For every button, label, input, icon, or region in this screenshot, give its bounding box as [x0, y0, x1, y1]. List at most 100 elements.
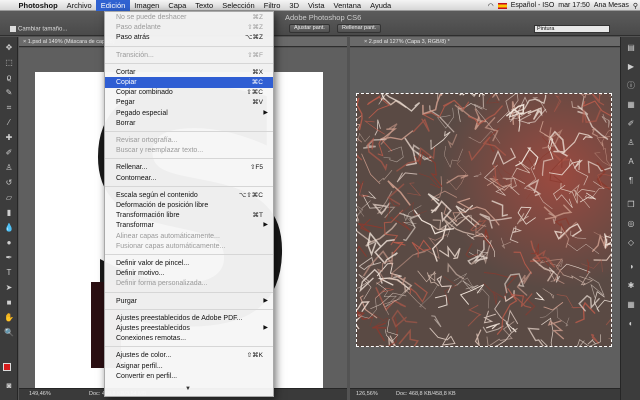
checkbox-icon[interactable]: [10, 26, 16, 32]
marquee-icon[interactable]: ⬚: [4, 58, 14, 68]
fit-screen-button[interactable]: Ajustar pant.: [289, 24, 330, 33]
menu-filtro[interactable]: Filtro: [259, 0, 285, 11]
color-panel-icon[interactable]: ◐: [626, 319, 636, 329]
menu-item-label: Contornear...: [116, 174, 157, 182]
input-language[interactable]: Español - ISO: [511, 2, 555, 9]
document-tab-2[interactable]: × 2.psd al 127% (Capa 3, RGB/8) *: [350, 37, 620, 47]
menu-bar: Photoshop Archivo Edición Imagen Capa Te…: [0, 0, 640, 11]
menu-capa[interactable]: Capa: [164, 0, 191, 11]
clone-source-icon[interactable]: ♙: [626, 138, 636, 148]
resize-window-checkbox[interactable]: Cambiar tamaño...: [10, 26, 67, 33]
menu-separator: [105, 254, 273, 255]
edit-menu-item[interactable]: Convertir en perfil...: [105, 371, 273, 382]
workspace-select[interactable]: Pintura: [534, 25, 610, 33]
info-panel-icon[interactable]: ⓘ: [626, 81, 636, 91]
brush-panel-icon[interactable]: ✐: [626, 119, 636, 129]
menu-ayuda[interactable]: Ayuda: [366, 0, 396, 11]
zoom-level[interactable]: 149,46%: [29, 389, 51, 400]
lasso-icon[interactable]: ϱ: [4, 73, 14, 83]
history-panel-icon[interactable]: ▤: [626, 43, 636, 53]
dodge-icon[interactable]: ●: [4, 238, 14, 248]
zoom-level[interactable]: 126,56%: [356, 389, 378, 400]
app-title: Adobe Photoshop CS6: [285, 13, 362, 22]
zoom-icon[interactable]: 🔍: [4, 328, 14, 338]
menu-item-label: Conexiones remotas...: [116, 335, 187, 343]
swatches-panel-icon[interactable]: ▦: [626, 300, 636, 310]
menu-texto[interactable]: Texto: [191, 0, 218, 11]
menu-item-label: Alinear capas automáticamente...: [116, 232, 220, 240]
actions-panel-icon[interactable]: ▶: [626, 62, 636, 72]
scroll-down-arrow-icon[interactable]: ▼: [185, 386, 191, 392]
healing-brush-icon[interactable]: ✚: [4, 133, 14, 143]
clone-stamp-icon[interactable]: ♙: [4, 163, 14, 173]
menu-imagen[interactable]: Imagen: [130, 0, 164, 11]
path-select-icon[interactable]: ➤: [4, 283, 14, 293]
edit-menu-item[interactable]: Paso atrás ⌥⌘Z: [105, 32, 273, 43]
crop-icon[interactable]: ⌗: [4, 103, 14, 113]
document-2-status-bar: 126,56% Doc: 468,8 KB/458,8 KB: [350, 388, 620, 400]
menu-item-label: Definir forma personalizada...: [116, 280, 208, 288]
status-area: ◠ Español - ISO mar 17:50 Ana Mesas ⚲: [488, 0, 638, 11]
root-texture-image: [357, 94, 611, 346]
menu-photoshop[interactable]: Photoshop: [14, 0, 62, 11]
menu-item-label: Paso adelante: [116, 24, 161, 32]
edit-menu-item[interactable]: Purgar ▶: [105, 296, 273, 307]
menu-seleccion[interactable]: Selección: [218, 0, 260, 11]
styles-panel-icon[interactable]: ✱: [626, 281, 636, 291]
menu-archivo[interactable]: Archivo: [62, 0, 96, 11]
quick-mask-icon[interactable]: ◙: [4, 381, 14, 391]
character-panel-icon[interactable]: A: [626, 157, 636, 167]
menu-ventana[interactable]: Ventana: [329, 0, 366, 11]
flag-icon[interactable]: [497, 2, 507, 9]
spotlight-icon[interactable]: ⚲: [633, 2, 638, 10]
menu-item-label: Copiar: [116, 79, 137, 86]
paragraph-panel-icon[interactable]: ¶: [626, 176, 636, 186]
hand-icon[interactable]: ✋: [4, 313, 14, 323]
menu-separator: [105, 62, 273, 64]
fill-screen-button[interactable]: Rellenar pant.: [337, 24, 382, 33]
document-tab-2-title: 2.psd al 127% (Capa 3, RGB/8) *: [368, 39, 450, 45]
adjustments-panel-icon[interactable]: ◑: [626, 262, 636, 272]
menu-3d[interactable]: 3D: [285, 0, 304, 11]
edit-menu-item[interactable]: Conexiones remotas...: [105, 333, 273, 344]
paths-panel-icon[interactable]: ◇: [626, 238, 636, 248]
foreground-color-swatch[interactable]: [3, 363, 11, 371]
menu-item-label: Copiar combinado: [116, 89, 173, 97]
menu-item-label: Transformación libre: [116, 212, 180, 220]
user-name[interactable]: Ana Mesas: [594, 2, 629, 9]
shape-icon[interactable]: ■: [4, 298, 14, 308]
type-icon[interactable]: T: [4, 268, 14, 278]
menu-separator: [105, 131, 273, 132]
eyedropper-icon[interactable]: ⁄: [4, 118, 14, 128]
menu-item-shortcut: ⇧⌘F: [247, 51, 263, 59]
document-2-canvas[interactable]: [356, 93, 612, 347]
menu-item-label: Rellenar...: [116, 164, 148, 172]
channels-panel-icon[interactable]: ◎: [626, 219, 636, 229]
history-brush-icon[interactable]: ↺: [4, 178, 14, 188]
blur-icon[interactable]: 💧: [4, 223, 14, 233]
move-icon[interactable]: ✥: [4, 43, 14, 53]
clock[interactable]: mar 17:50: [558, 2, 590, 9]
menu-item-label: Ajustes de color...: [116, 352, 172, 360]
menu-item-label: Definir valor de pincel...: [116, 260, 190, 267]
edit-menu-dropdown: No se puede deshacer ⌘Z Paso adelante ⇧⌘Z Pa…: [104, 11, 274, 397]
brush-icon[interactable]: ✐: [4, 148, 14, 158]
quick-select-icon[interactable]: ✎: [4, 88, 14, 98]
menu-edicion[interactable]: Edición: [96, 0, 130, 11]
menu-item-label: Deformación de posición libre: [116, 202, 209, 209]
properties-icon[interactable]: ▦: [626, 100, 636, 110]
document-size: Doc: 468,8 KB/458,8 KB: [396, 391, 456, 397]
edit-menu-item[interactable]: Borrar: [105, 118, 273, 129]
pen-icon[interactable]: ✒: [4, 253, 14, 263]
tools-panel: ✥ ⬚ ϱ ✎ ⌗ ⁄ ✚ ✐ ♙ ↺ ▱ ▮ 💧 ● ✒ T ➤ ■ ✋ 🔍 …: [0, 37, 18, 400]
gradient-icon[interactable]: ▮: [4, 208, 14, 218]
menu-item-label: Ajustes preestablecidos: [116, 325, 190, 332]
edit-menu-item[interactable]: Contornear...: [105, 173, 273, 184]
submenu-arrow-icon: ▶: [263, 297, 268, 304]
wifi-icon[interactable]: ◠: [488, 2, 494, 10]
menu-item-label: Definir motivo...: [116, 270, 165, 278]
eraser-icon[interactable]: ▱: [4, 193, 14, 203]
menu-separator: [105, 185, 273, 187]
menu-vista[interactable]: Vista: [304, 0, 330, 11]
layers-panel-icon[interactable]: ❒: [626, 200, 636, 210]
